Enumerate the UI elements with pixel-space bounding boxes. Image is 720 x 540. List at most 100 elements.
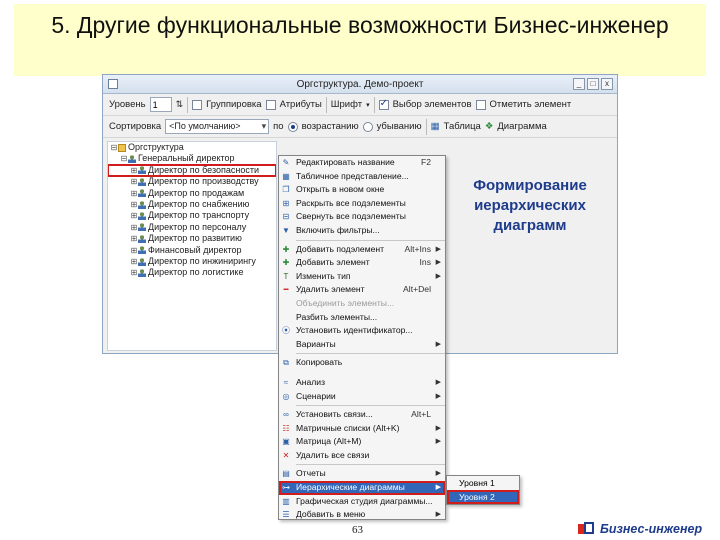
window-icon: ❐: [282, 185, 290, 195]
menu-item-label: Анализ: [296, 376, 326, 387]
select-elements-checkbox[interactable]: [378, 98, 389, 110]
descending-radio[interactable]: [362, 121, 373, 132]
tree-item[interactable]: ⊞ Директор по развитию: [108, 233, 276, 244]
submenu-arrow-icon: ▶: [435, 245, 441, 253]
tree-item[interactable]: ⊟ Оргструктура: [108, 142, 276, 153]
matrix-icon: ▣: [282, 437, 290, 447]
expand-toggle-icon[interactable]: ⊞: [130, 199, 138, 210]
tree-item[interactable]: ⊟ Генеральный директор: [108, 153, 276, 164]
expand-toggle-icon[interactable]: ⊞: [130, 233, 138, 244]
menu-item[interactable]: ▣ Матрица (Alt+M) ▶: [279, 435, 445, 449]
menu-item-label: Матричные списки (Alt+K): [296, 422, 400, 433]
menu-item[interactable]: ✎ Редактировать название F2: [279, 156, 445, 170]
menu-item[interactable]: ⦿ Установить идентификатор...: [279, 324, 445, 338]
menu-item-label: Отчеты: [296, 468, 326, 479]
menu-item[interactable]: ⊶ Иерархические диаграммы ▶: [279, 481, 445, 495]
tree-item-label: Директор по транспорту: [148, 210, 250, 221]
expand-icon: ⊞: [282, 198, 290, 208]
menu-item[interactable]: ❐ Открыть в новом окне: [279, 183, 445, 197]
menu-item-label: Копировать: [296, 357, 343, 368]
tree-item[interactable]: ⊞ Директор по снабжению: [108, 199, 276, 210]
tree-item-label: Директор по инжинирингу: [148, 255, 256, 266]
menu-item[interactable]: ✚ Добавить подэлемент Alt+Ins ▶: [279, 243, 445, 257]
menu-item[interactable]: T Изменить тип ▶: [279, 270, 445, 284]
expand-toggle-icon[interactable]: ⊞: [130, 256, 138, 267]
chart-icon: ▥: [282, 496, 290, 506]
menu-item[interactable]: ▦ Табличное представление...: [279, 170, 445, 184]
tree-item[interactable]: ⊞ Директор по производству: [108, 176, 276, 187]
grouping-checkbox[interactable]: [192, 99, 203, 110]
menu-item-label: Изменить тип: [296, 270, 351, 281]
annotation-text: Формирование иерархических диаграмм: [473, 177, 587, 234]
menu-item-label: Разбить элементы...: [296, 311, 378, 322]
menu-item[interactable]: Разбить элементы...: [279, 311, 445, 325]
delete-icon: ━: [283, 285, 289, 295]
grouping-label: Группировка: [206, 99, 262, 110]
sort-label: Сортировка: [109, 121, 162, 132]
menu-item[interactable]: ≈ Анализ ▶: [279, 376, 445, 390]
menu-item[interactable]: ⊟ Свернуть все подэлементы: [279, 210, 445, 224]
menu-item-shortcut: F2: [420, 157, 431, 167]
menu-item[interactable]: ✚ Добавить элемент Ins ▶: [279, 256, 445, 270]
minimize-button[interactable]: _: [573, 78, 585, 90]
menu-icon: ☰: [282, 510, 290, 520]
menu-item[interactable]: Варианты ▶: [279, 338, 445, 352]
menu-item[interactable]: ∞ Установить связи... Alt+L: [279, 408, 445, 422]
person-icon: [138, 246, 146, 255]
expand-toggle-icon[interactable]: ⊞: [130, 176, 138, 187]
expand-toggle-icon[interactable]: ⊞: [130, 165, 138, 176]
submenu-level-2[interactable]: Уровня 2: [447, 490, 519, 504]
tree-item[interactable]: ⊞ Финансовый директор: [108, 245, 276, 256]
diagram-view-button[interactable]: Диаграмма: [497, 121, 546, 132]
copy-icon: ⧉: [283, 358, 289, 368]
level-spin-icon[interactable]: ⇅: [176, 99, 184, 110]
menu-item[interactable]: ◎ Сценарии ▶: [279, 390, 445, 404]
font-button[interactable]: Шрифт: [331, 99, 362, 110]
sort-select[interactable]: <По умолчанию>: [165, 119, 270, 134]
menu-item[interactable]: ━ Удалить элемент Alt+Del: [279, 283, 445, 297]
chevron-down-icon[interactable]: ▾: [366, 101, 370, 109]
menu-item[interactable]: ▤ Отчеты ▶: [279, 467, 445, 481]
expand-toggle-icon[interactable]: ⊞: [130, 188, 138, 199]
diagram-icon[interactable]: ❖: [485, 121, 494, 132]
tree-item[interactable]: ⊞ Директор по безопасности: [108, 163, 276, 178]
tree-item[interactable]: ⊞ Директор по продажам: [108, 188, 276, 199]
submenu-arrow-icon: ▶: [435, 259, 441, 267]
link-icon: ∞: [283, 410, 289, 420]
expand-toggle-icon[interactable]: ⊞: [130, 222, 138, 233]
table-icon[interactable]: ▦: [431, 121, 440, 132]
menu-item[interactable]: ⧉ Копировать: [279, 356, 445, 370]
menu-item-label: Установить связи...: [296, 409, 373, 420]
expand-toggle-icon[interactable]: ⊞: [130, 267, 138, 278]
mark-element-label: Отметить элемент: [489, 99, 572, 110]
menu-item[interactable]: ⊞ Раскрыть все подэлементы: [279, 197, 445, 211]
close-button[interactable]: x: [601, 78, 613, 90]
menu-item[interactable]: Объединить элементы...: [279, 297, 445, 311]
maximize-button[interactable]: □: [587, 78, 599, 90]
tree-item-label: Оргструктура: [128, 142, 184, 152]
collapse-toggle-icon[interactable]: ⊟: [120, 153, 128, 164]
table-view-button[interactable]: Таблица: [444, 121, 481, 132]
expand-toggle-icon[interactable]: ⊞: [130, 245, 138, 256]
attributes-label: Атрибуты: [279, 99, 322, 110]
tree-item[interactable]: ⊞ Директор по инжинирингу: [108, 256, 276, 267]
menu-item[interactable]: ✕ Удалить все связи: [279, 449, 445, 463]
submenu-arrow-icon: ▶: [435, 511, 441, 519]
menu-item-shortcut: Alt+L: [411, 409, 431, 420]
attributes-checkbox[interactable]: [265, 99, 276, 110]
tree-item[interactable]: ⊞ Директор по персоналу: [108, 222, 276, 233]
mark-element-checkbox[interactable]: [475, 99, 486, 110]
menu-item[interactable]: ☰ Добавить в меню ▶: [279, 508, 445, 520]
menu-item[interactable]: ☷ Матричные списки (Alt+K) ▶: [279, 422, 445, 436]
menu-item-label: Графическая студия диаграммы...: [296, 495, 433, 506]
expand-toggle-icon[interactable]: ⊞: [130, 210, 138, 221]
ascending-radio[interactable]: [287, 121, 298, 132]
tree-item[interactable]: ⊞ Директор по логистике: [108, 267, 276, 278]
submenu-level-1[interactable]: Уровня 1: [447, 476, 519, 490]
menu-item[interactable]: ▥ Графическая студия диаграммы...: [279, 495, 445, 509]
menu-item-label: Сценарии: [296, 390, 336, 401]
menu-item[interactable]: ▼ Включить фильтры...: [279, 224, 445, 238]
tree-item[interactable]: ⊞ Директор по транспорту: [108, 210, 276, 221]
level-input[interactable]: [149, 97, 172, 112]
collapse-toggle-icon[interactable]: ⊟: [110, 142, 118, 153]
